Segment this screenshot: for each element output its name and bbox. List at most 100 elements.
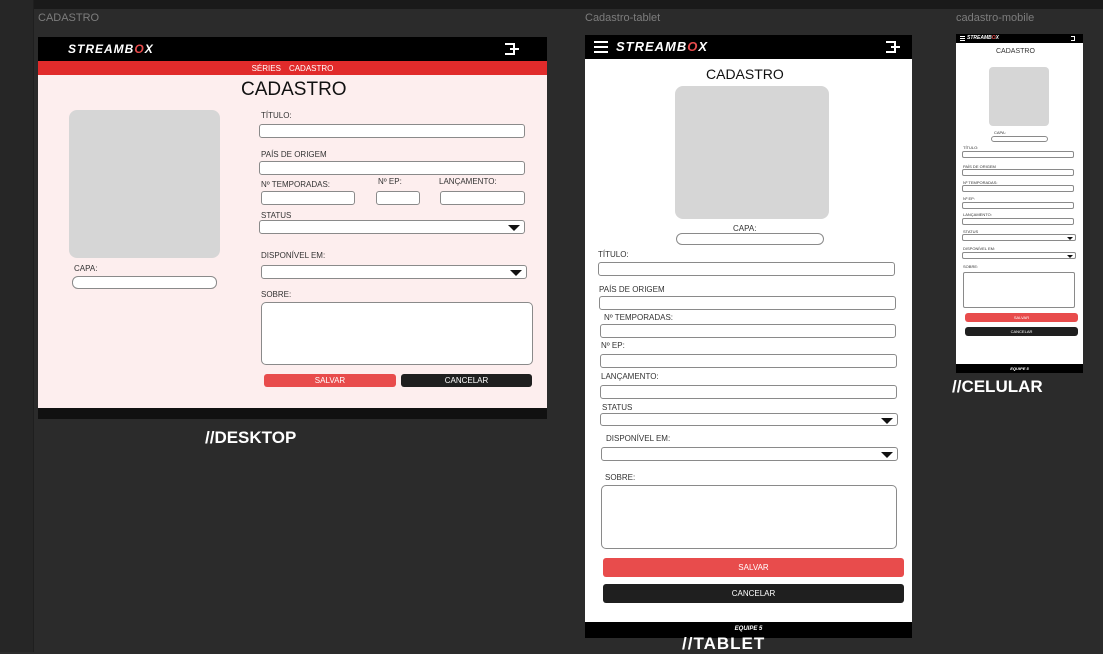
- nav-cadastro-link[interactable]: CADASTRO: [289, 64, 333, 73]
- pais-input[interactable]: [962, 169, 1074, 176]
- titulo-input[interactable]: [598, 262, 895, 276]
- chevron-down-icon: [881, 452, 893, 458]
- ep-input[interactable]: [600, 354, 897, 368]
- cover-input[interactable]: [676, 233, 824, 245]
- lancamento-label: LANÇAMENTO:: [439, 177, 497, 186]
- ep-label: Nº EP:: [963, 196, 975, 201]
- chevron-down-icon: [1067, 237, 1073, 240]
- desktop-frame-label: CADASTRO: [38, 12, 100, 24]
- temporadas-input[interactable]: [600, 324, 896, 338]
- desktop-nav-bar: SÉRIES CADASTRO: [38, 61, 547, 75]
- logo-o: O: [134, 42, 145, 56]
- cover-input[interactable]: [72, 276, 217, 289]
- lancamento-label: LANÇAMENTO:: [963, 212, 992, 217]
- mobile-footer: EQUIPE 5: [956, 364, 1083, 373]
- status-select[interactable]: [962, 234, 1076, 241]
- canvas-top-strip: [0, 0, 1103, 9]
- disponivel-select[interactable]: [261, 265, 527, 279]
- disponivel-select[interactable]: [601, 447, 898, 461]
- temporadas-label: Nº TEMPORADAS:: [604, 313, 674, 322]
- pais-label: PAÍS DE ORIGEM: [261, 150, 327, 159]
- temporadas-input[interactable]: [261, 191, 355, 205]
- disponivel-label: DISPONÍVEL EM:: [606, 434, 671, 443]
- logo-suffix: X: [144, 42, 154, 56]
- pais-input[interactable]: [259, 161, 525, 175]
- pais-input[interactable]: [599, 296, 896, 310]
- ep-label: Nº EP:: [378, 177, 402, 186]
- sobre-textarea[interactable]: [261, 302, 533, 365]
- cover-label: CAPA:: [994, 130, 1006, 135]
- page-title: CADASTRO: [241, 79, 347, 100]
- tablet-header: STREAMBOX: [585, 35, 912, 59]
- lancamento-input[interactable]: [600, 385, 897, 399]
- lancamento-input[interactable]: [962, 218, 1074, 225]
- titulo-label: TÍTULO:: [261, 111, 292, 120]
- ep-label: Nº EP:: [601, 341, 625, 350]
- desktop-header: STREAMBOX: [38, 37, 547, 61]
- tablet-caption: //TABLET: [682, 634, 766, 653]
- ep-input[interactable]: [376, 191, 420, 205]
- nav-series-link[interactable]: SÉRIES: [252, 64, 281, 73]
- mobile-caption: //CELULAR: [952, 377, 1043, 396]
- sobre-label: SOBRE:: [963, 264, 979, 269]
- cancel-button[interactable]: CANCELAR: [965, 327, 1078, 336]
- desktop-logo: STREAMBOX: [68, 42, 154, 56]
- chevron-down-icon: [510, 270, 522, 276]
- menu-icon[interactable]: [594, 41, 608, 53]
- mobile-header: STREAMBOX: [956, 34, 1083, 43]
- logo-text: STREAMB: [68, 42, 135, 56]
- desktop-frame: STREAMBOX SÉRIES CADASTRO CADASTRO CAPA:…: [38, 37, 547, 419]
- desktop-footer: [38, 408, 547, 419]
- tablet-logo: STREAMBOX: [616, 39, 708, 54]
- sobre-label: SOBRE:: [261, 290, 292, 299]
- cover-placeholder[interactable]: [675, 86, 829, 219]
- chevron-down-icon: [1067, 255, 1073, 258]
- footer-team-text: EQUIPE 5: [1010, 366, 1029, 371]
- titulo-input[interactable]: [259, 124, 525, 138]
- chevron-down-icon: [881, 418, 893, 424]
- titulo-label: TÍTULO:: [598, 250, 629, 259]
- disponivel-select[interactable]: [962, 252, 1076, 259]
- sobre-textarea[interactable]: [963, 272, 1075, 308]
- cover-placeholder[interactable]: [989, 67, 1049, 126]
- save-button[interactable]: SALVAR: [965, 313, 1078, 322]
- ep-input[interactable]: [962, 202, 1074, 209]
- logo-suffix: X: [995, 35, 999, 41]
- lancamento-input[interactable]: [440, 191, 525, 205]
- menu-icon[interactable]: [960, 36, 965, 41]
- lancamento-label: LANÇAMENTO:: [601, 372, 659, 381]
- sobre-label: SOBRE:: [605, 473, 636, 482]
- cancel-button[interactable]: CANCELAR: [603, 584, 904, 603]
- disponivel-label: DISPONÍVEL EM:: [963, 246, 996, 251]
- chevron-down-icon: [508, 225, 520, 231]
- logo-text: STREAMB: [967, 35, 992, 41]
- logout-arrow-icon: [891, 46, 900, 48]
- left-ruler: [0, 0, 34, 652]
- status-label: STATUS: [261, 211, 292, 220]
- mobile-frame-label: cadastro-mobile: [956, 12, 1035, 24]
- status-label: STATUS: [602, 403, 633, 412]
- cover-label: CAPA:: [733, 224, 757, 233]
- save-button[interactable]: SALVAR: [603, 558, 904, 577]
- cover-label: CAPA:: [74, 264, 98, 273]
- desktop-caption: //DESKTOP: [205, 428, 297, 447]
- titulo-input[interactable]: [962, 151, 1074, 158]
- cancel-button[interactable]: CANCELAR: [401, 374, 532, 387]
- save-button[interactable]: SALVAR: [264, 374, 396, 387]
- cover-placeholder[interactable]: [69, 110, 220, 258]
- footer-team-text: EQUIPE 5: [734, 626, 763, 632]
- status-select[interactable]: [259, 220, 525, 234]
- titulo-label: TÍTULO:: [963, 145, 979, 150]
- temporadas-label: Nº TEMPORADAS:: [261, 180, 331, 189]
- mobile-frame: STREAMBOX CADASTRO CAPA: TÍTULO: PAÍS DE…: [956, 34, 1083, 373]
- sobre-textarea[interactable]: [601, 485, 897, 549]
- tablet-frame: STREAMBOX CADASTRO CAPA: TÍTULO: PAÍS DE…: [585, 35, 912, 638]
- temporadas-input[interactable]: [962, 185, 1074, 192]
- cover-input[interactable]: [991, 136, 1048, 142]
- tablet-frame-label: Cadastro-tablet: [585, 12, 661, 24]
- page-title: CADASTRO: [706, 66, 784, 82]
- disponivel-label: DISPONÍVEL EM:: [261, 251, 326, 260]
- logout-icon[interactable]: [1071, 36, 1075, 41]
- logo-text: STREAMB: [616, 39, 688, 54]
- status-select[interactable]: [600, 413, 898, 426]
